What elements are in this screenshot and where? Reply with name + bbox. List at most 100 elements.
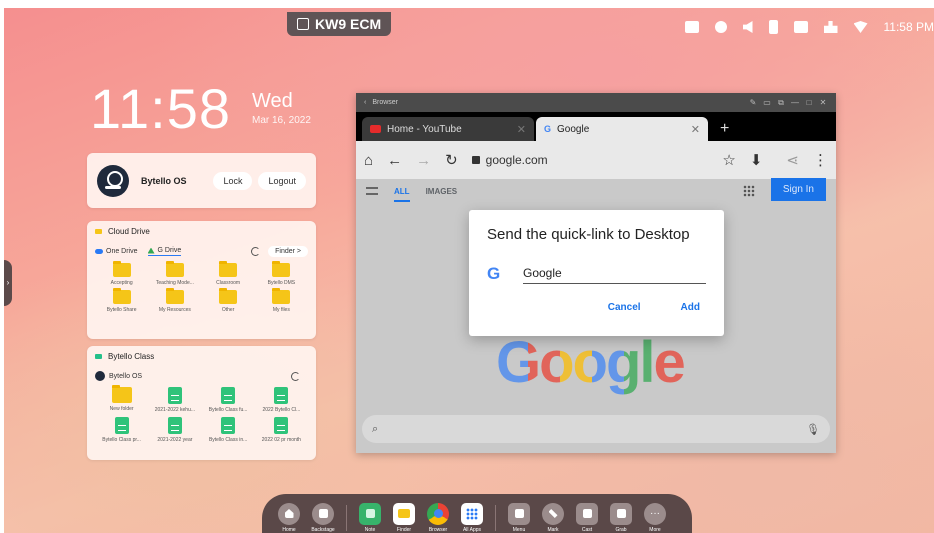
- bookmark-star-icon[interactable]: ☆: [722, 151, 735, 169]
- tab-google[interactable]: G Google ✕: [536, 117, 708, 141]
- folder-icon: [111, 385, 132, 403]
- dock-item-all-apps[interactable]: All Apps: [459, 502, 485, 533]
- brightness-icon[interactable]: [714, 21, 727, 33]
- youtube-icon: [370, 125, 381, 133]
- usb-icon[interactable]: [768, 20, 778, 34]
- close-icon[interactable]: ✕: [818, 98, 828, 107]
- mic-icon[interactable]: 🎙: [806, 423, 820, 436]
- bytello-class-widget: Bytello Class Bytello OS New folder 2021…: [87, 346, 316, 460]
- pin-icon[interactable]: ✎: [748, 98, 758, 107]
- apps-grid-icon[interactable]: [742, 185, 755, 197]
- folder-label: Classroom: [216, 280, 241, 286]
- close-tab-icon[interactable]: ✕: [691, 123, 700, 136]
- tab-youtube[interactable]: Home - YouTube ✕: [362, 117, 534, 141]
- download-icon[interactable]: ⬇: [750, 151, 763, 169]
- display-icon[interactable]: [684, 21, 699, 33]
- list-item[interactable]: 2022 Bytello Cl...: [255, 387, 308, 413]
- list-item[interactable]: Bytello Class fu...: [202, 387, 255, 413]
- folder-icon: [272, 288, 291, 304]
- share-icon[interactable]: ⋖: [786, 151, 799, 169]
- dock-item-backstage[interactable]: Backstage: [310, 502, 336, 533]
- list-item[interactable]: Bytello Class in...: [202, 417, 255, 443]
- list-item[interactable]: My Resources: [148, 288, 201, 313]
- dock-item-more[interactable]: ··· More: [642, 502, 668, 533]
- dock-item-home[interactable]: Home: [276, 502, 302, 533]
- screen-share-icon[interactable]: [793, 21, 808, 33]
- dock-item-grab[interactable]: Grab: [608, 502, 634, 533]
- list-item[interactable]: New folder: [95, 385, 148, 413]
- refresh-icon[interactable]: [251, 247, 261, 256]
- tab-one-drive[interactable]: One Drive: [95, 248, 138, 255]
- minimize-icon[interactable]: —: [790, 98, 800, 107]
- nav-images[interactable]: IMAGES: [426, 187, 458, 196]
- list-item[interactable]: My files: [255, 288, 308, 313]
- close-tab-icon[interactable]: ✕: [517, 123, 526, 136]
- back-arrow-icon[interactable]: ‹: [364, 99, 366, 106]
- side-panel-handle[interactable]: ›: [4, 260, 12, 306]
- split-icon[interactable]: ▭: [762, 98, 772, 107]
- window-titlebar[interactable]: ‹ Browser ✎ ▭ ⧉ — □ ✕: [356, 93, 836, 112]
- document-icon: [114, 417, 129, 434]
- list-item[interactable]: Bytello Class pr...: [95, 417, 148, 443]
- tab-label: Google: [557, 123, 590, 135]
- list-item[interactable]: Teaching Mode...: [148, 261, 201, 286]
- hamburger-icon[interactable]: [366, 187, 378, 195]
- quick-link-dialog: Send the quick-link to Desktop G Cancel …: [469, 210, 724, 336]
- address-bar[interactable]: google.com: [471, 153, 709, 167]
- dock-label: Mark: [547, 526, 559, 533]
- new-tab-icon[interactable]: +: [720, 120, 729, 138]
- avatar: [95, 371, 105, 381]
- wifi-icon[interactable]: [853, 21, 868, 33]
- dock-item-cast[interactable]: Cast: [574, 502, 600, 533]
- list-item[interactable]: Classroom: [202, 261, 255, 286]
- file-label: 2022 02 pr month: [261, 437, 301, 443]
- list-item[interactable]: Bytello Share: [95, 288, 148, 313]
- dialog-field: G: [487, 263, 706, 284]
- network-icon[interactable]: [823, 21, 838, 33]
- dialog-actions: Cancel Add: [487, 302, 700, 313]
- search-bar[interactable]: ⌕ 🎙: [362, 415, 830, 443]
- nav-all[interactable]: ALL: [394, 187, 410, 202]
- refresh-icon[interactable]: [291, 371, 300, 381]
- reload-icon[interactable]: ↻: [445, 151, 458, 169]
- folder-icon: [95, 229, 102, 234]
- folder-label: Teaching Mode...: [155, 280, 194, 286]
- list-item[interactable]: Other: [202, 288, 255, 313]
- volume-icon[interactable]: [742, 21, 753, 33]
- logout-button[interactable]: Logout: [258, 171, 306, 190]
- tab-g-drive[interactable]: G Drive: [147, 247, 182, 256]
- file-label: New folder: [109, 406, 134, 412]
- dock-item-note[interactable]: Note: [357, 502, 383, 533]
- forward-icon[interactable]: →: [416, 152, 431, 169]
- device-icon: [297, 18, 309, 30]
- dock-item-finder[interactable]: Finder: [391, 502, 417, 533]
- file-label: 2022 Bytello Cl...: [262, 407, 301, 413]
- maximize-icon[interactable]: □: [804, 98, 814, 107]
- link-name-input[interactable]: [523, 263, 706, 284]
- menu-kebab-icon[interactable]: ⋮: [813, 151, 828, 169]
- file-label: 2021-2022 year: [157, 437, 193, 443]
- list-item[interactable]: 2021-2022 kehu...: [148, 387, 201, 413]
- add-button[interactable]: Add: [681, 302, 700, 313]
- cancel-button[interactable]: Cancel: [608, 302, 641, 313]
- home-icon[interactable]: ⌂: [364, 152, 373, 169]
- all-apps-icon: [461, 502, 483, 525]
- back-icon[interactable]: ←: [387, 152, 402, 169]
- device-title-badge: KW9 ECM: [287, 12, 392, 36]
- popout-icon[interactable]: ⧉: [776, 98, 786, 108]
- dialog-title: Send the quick-link to Desktop: [487, 226, 690, 243]
- list-item[interactable]: 2022 02 pr month: [255, 417, 308, 443]
- lock-button[interactable]: Lock: [213, 171, 253, 190]
- dock-item-mark[interactable]: Mark: [540, 502, 566, 533]
- file-label: Bytello Class in...: [208, 437, 248, 443]
- list-item[interactable]: Accepting: [95, 261, 148, 286]
- user-card: Bytello OS Lock Logout: [87, 153, 316, 208]
- dock-item-menu[interactable]: Menu: [506, 502, 532, 533]
- finder-button[interactable]: Finder >: [268, 246, 308, 257]
- sign-in-button[interactable]: Sign In: [770, 177, 826, 201]
- list-item[interactable]: 2021-2022 year: [148, 417, 201, 443]
- avatar[interactable]: [97, 164, 129, 197]
- dock-item-browser[interactable]: Browser: [425, 502, 451, 533]
- document-icon: [167, 387, 182, 404]
- list-item[interactable]: Bytello DMS: [255, 261, 308, 286]
